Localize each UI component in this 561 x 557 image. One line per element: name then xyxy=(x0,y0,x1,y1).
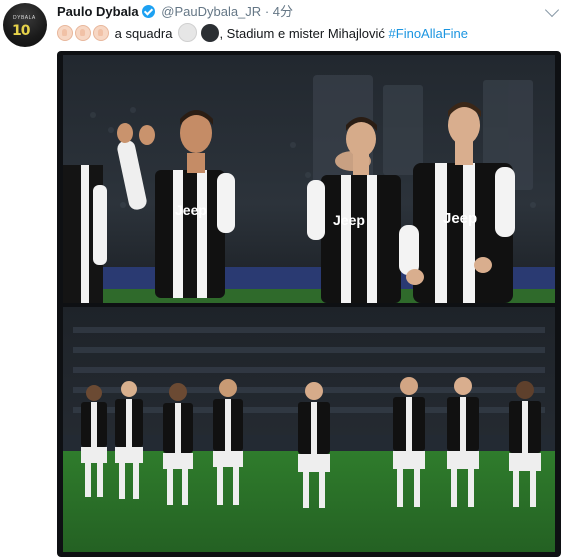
avatar-jersey-name: DYBALA xyxy=(13,15,36,21)
hashtag-link[interactable]: #FinoAllaFine xyxy=(389,26,469,41)
jeep-logo-1: Jeep xyxy=(175,202,207,218)
photo-players-applauding[interactable]: Jeep Jeep Jeep xyxy=(63,55,555,303)
jeep-logo-3: Jeep xyxy=(443,210,477,227)
avatar[interactable]: DYBALA 10 xyxy=(3,3,47,47)
clapping-hands-icon xyxy=(75,25,91,41)
tweet-text: a squadra , Stadium e mister Mihajlović #… xyxy=(57,23,469,42)
separator-dot: · xyxy=(264,4,270,19)
timestamp[interactable]: 4分 xyxy=(273,4,293,19)
photo-1-illustration: Jeep Jeep Jeep xyxy=(63,55,555,303)
clapping-hands-icon xyxy=(93,25,109,41)
user-handle[interactable]: @PauDybala_JR xyxy=(161,4,261,19)
chevron-down-icon[interactable] xyxy=(544,2,560,18)
tweet-text-part-2: , Stadium e mister Mihajlović xyxy=(219,26,385,41)
photo-team-on-pitch[interactable] xyxy=(63,307,555,552)
avatar-jersey-number: 10 xyxy=(12,23,31,39)
white-circle-icon xyxy=(178,23,198,42)
display-name[interactable]: Paulo Dybala xyxy=(57,4,139,19)
verified-badge-icon xyxy=(141,5,155,18)
photo-2-illustration xyxy=(63,307,555,552)
jeep-logo-2: Jeep xyxy=(333,212,365,228)
clapping-hands-icon xyxy=(57,25,73,41)
tweet-header: Paulo Dybala @PauDybala_JR · 4分 xyxy=(57,4,293,20)
tweet-text-part-1: a squadra xyxy=(114,26,173,41)
player-left-partial xyxy=(63,165,107,303)
black-circle-icon xyxy=(201,24,220,42)
tweet: DYBALA 10 Paulo Dybala @PauDybala_JR · 4… xyxy=(0,0,561,557)
media-grid: Jeep Jeep Jeep xyxy=(57,51,561,557)
